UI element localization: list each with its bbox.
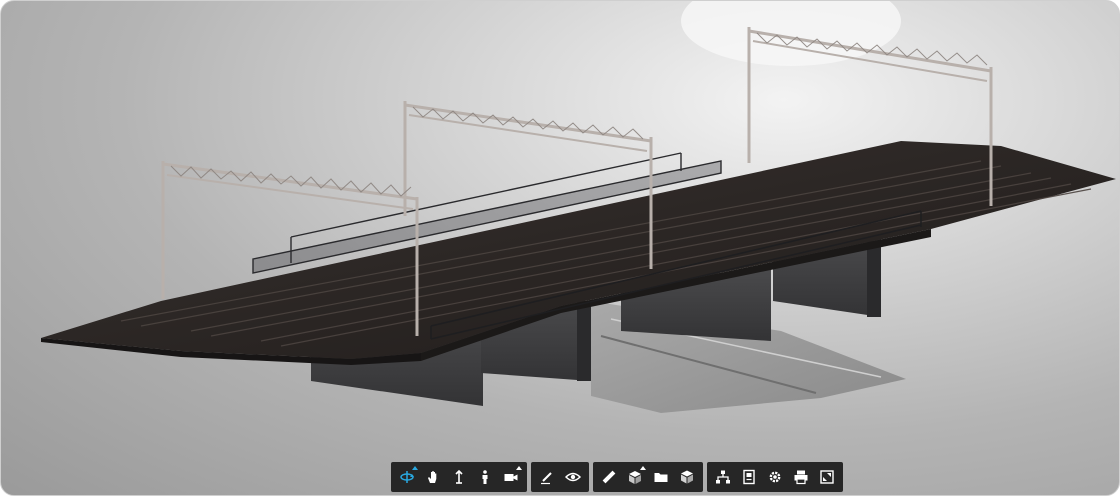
orbit-tool-button[interactable] xyxy=(395,465,419,489)
measure-tool-button[interactable] xyxy=(597,465,621,489)
model-tree-icon xyxy=(716,470,730,484)
eye-view-icon xyxy=(565,472,581,482)
explode-view-tool-button[interactable] xyxy=(561,465,585,489)
measure-ruler-icon xyxy=(602,470,616,484)
bridge-model-scene[interactable] xyxy=(1,1,1120,496)
print-tool-button[interactable] xyxy=(789,465,813,489)
explode-tool-button[interactable] xyxy=(675,465,699,489)
markup-tool-button[interactable] xyxy=(535,465,559,489)
settings-tool-group xyxy=(707,462,843,492)
markup-pen-icon xyxy=(541,472,552,485)
viewer-toolbar xyxy=(391,462,843,492)
orbit-menu-caret-icon[interactable] xyxy=(412,466,418,470)
section-tool-button[interactable] xyxy=(623,465,647,489)
settings-gear-icon xyxy=(769,471,781,483)
camera-icon xyxy=(504,474,518,481)
camera-tool-button[interactable] xyxy=(499,465,523,489)
zoom-tool-button[interactable] xyxy=(447,465,471,489)
properties-tool-button[interactable] xyxy=(737,465,761,489)
first-person-tool-button[interactable] xyxy=(473,465,497,489)
analysis-tool-group xyxy=(593,462,703,492)
pan-hand-icon xyxy=(428,471,437,483)
document-properties-icon xyxy=(743,469,755,485)
fullscreen-tool-button[interactable] xyxy=(815,465,839,489)
pan-tool-button[interactable] xyxy=(421,465,445,489)
navigation-tool-group xyxy=(391,462,527,492)
section-box-icon xyxy=(629,471,641,484)
fullscreen-icon xyxy=(820,470,834,484)
model-browser-tool-button[interactable] xyxy=(649,465,673,489)
3d-viewer-canvas[interactable] xyxy=(0,0,1120,496)
first-person-icon xyxy=(482,470,488,484)
folder-icon xyxy=(654,473,668,482)
orbit-icon xyxy=(400,471,414,483)
model-tree-tool-button[interactable] xyxy=(711,465,735,489)
settings-tool-button[interactable] xyxy=(763,465,787,489)
camera-menu-caret-icon[interactable] xyxy=(516,466,522,470)
print-icon xyxy=(794,470,808,485)
zoom-arrows-icon xyxy=(455,469,463,484)
cube-explode-icon xyxy=(681,470,693,484)
section-menu-caret-icon[interactable] xyxy=(640,466,646,470)
markup-tool-group xyxy=(531,462,589,492)
